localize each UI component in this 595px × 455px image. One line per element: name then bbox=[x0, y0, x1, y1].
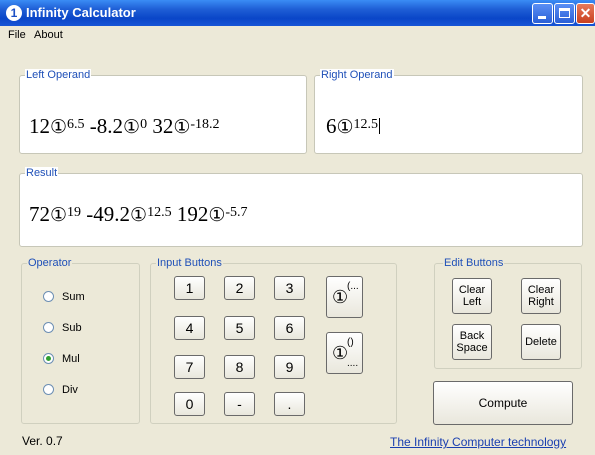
left-operand-expression: 12①6.5 -8.2①0 32①-18.2 bbox=[29, 114, 220, 139]
close-icon: ✕ bbox=[579, 5, 592, 21]
term-exponent: 6.5 bbox=[67, 117, 85, 132]
result-expression: 72①19 -49.2①12.5 192①-5.7 bbox=[29, 202, 248, 227]
clear-right-button[interactable]: Clear Right bbox=[521, 278, 561, 314]
term-exponent: -18.2 bbox=[190, 117, 220, 132]
button-line: Right bbox=[528, 296, 554, 308]
infinity-unit: ① bbox=[123, 117, 141, 138]
result-label: Result bbox=[25, 167, 59, 179]
term-coef: -49.2 bbox=[86, 202, 131, 226]
infinity-unit: ① bbox=[130, 205, 148, 226]
delete-button[interactable]: Delete bbox=[521, 324, 561, 360]
term-coef: 192 bbox=[176, 202, 209, 226]
key-1[interactable]: 1 bbox=[174, 276, 205, 300]
radio-label: Div bbox=[62, 384, 78, 396]
key-minus[interactable]: - bbox=[224, 392, 255, 416]
minimize-icon bbox=[538, 16, 546, 19]
infinity-exponent-button[interactable]: ① (... bbox=[326, 276, 363, 318]
infinity-unit: ① bbox=[50, 117, 68, 138]
term-exponent: 0 bbox=[140, 117, 148, 132]
app-icon: 1 bbox=[6, 5, 22, 21]
result-field: Result 72①19 -49.2①12.5 192①-5.7 bbox=[19, 167, 583, 247]
window-title: Infinity Calculator bbox=[26, 5, 136, 20]
button-line: Clear bbox=[458, 284, 486, 296]
operator-label: Operator bbox=[27, 257, 73, 269]
radio-sub[interactable]: Sub bbox=[43, 322, 82, 334]
infinity-unit: ① bbox=[50, 205, 68, 226]
radio-label: Sub bbox=[62, 322, 82, 334]
menu-file[interactable]: File bbox=[8, 29, 26, 41]
selected-dot bbox=[46, 356, 51, 361]
term-exponent: 19 bbox=[67, 205, 82, 220]
compute-button[interactable]: Compute bbox=[433, 381, 573, 425]
term-exponent: 12.5 bbox=[147, 205, 172, 220]
radio-div[interactable]: Div bbox=[43, 384, 78, 396]
radio-button-selected[interactable] bbox=[43, 353, 54, 364]
edit-buttons-label: Edit Buttons bbox=[443, 257, 505, 269]
infinity-icon: ① bbox=[332, 343, 349, 363]
radio-sum[interactable]: Sum bbox=[43, 291, 85, 303]
maximize-button[interactable] bbox=[554, 3, 575, 24]
title-bar[interactable]: 1 Infinity Calculator ✕ bbox=[0, 0, 595, 26]
close-button[interactable]: ✕ bbox=[576, 3, 595, 24]
infinity-unit: ① bbox=[208, 205, 226, 226]
infinity-parenthesis-button[interactable]: ① () .... bbox=[326, 332, 363, 374]
menu-bar: File About bbox=[0, 26, 595, 44]
term-exponent: -5.7 bbox=[225, 205, 248, 220]
key-5[interactable]: 5 bbox=[224, 316, 255, 340]
term-coef: 6 bbox=[326, 114, 337, 138]
clear-left-button[interactable]: Clear Left bbox=[452, 278, 492, 314]
exponent-placeholder: () bbox=[347, 337, 354, 348]
button-line: Clear bbox=[527, 284, 555, 296]
radio-button[interactable] bbox=[43, 291, 54, 302]
key-4[interactable]: 4 bbox=[174, 316, 205, 340]
input-buttons-group: Input Buttons 1 2 3 4 5 6 7 8 9 0 - . ① … bbox=[150, 257, 397, 424]
infinity-unit: ① bbox=[173, 117, 191, 138]
left-operand-field[interactable]: Left Operand 12①6.5 -8.2①0 32①-18.2 bbox=[19, 69, 307, 154]
version-label: Ver. 0.7 bbox=[22, 434, 63, 448]
maximize-icon bbox=[559, 8, 570, 18]
input-buttons-label: Input Buttons bbox=[156, 257, 223, 269]
term-coef: 32 bbox=[152, 114, 174, 138]
term-coef: 72 bbox=[29, 202, 50, 226]
key-7[interactable]: 7 bbox=[174, 355, 205, 379]
radio-label: Sum bbox=[62, 291, 85, 303]
key-2[interactable]: 2 bbox=[224, 276, 255, 300]
key-0[interactable]: 0 bbox=[174, 392, 205, 416]
edit-buttons-group: Edit Buttons Clear Left Clear Right Back Sp… bbox=[434, 257, 582, 369]
radio-mul[interactable]: Mul bbox=[43, 353, 80, 365]
key-dot[interactable]: . bbox=[274, 392, 305, 416]
key-3[interactable]: 3 bbox=[274, 276, 305, 300]
back-space-button[interactable]: Back Space bbox=[452, 324, 492, 360]
infinity-unit: ① bbox=[336, 117, 354, 138]
radio-label: Mul bbox=[62, 353, 80, 365]
radio-button[interactable] bbox=[43, 384, 54, 395]
button-line: Back bbox=[459, 330, 485, 342]
menu-about[interactable]: About bbox=[34, 29, 63, 41]
key-8[interactable]: 8 bbox=[224, 355, 255, 379]
minimize-button[interactable] bbox=[532, 3, 553, 24]
left-operand-label: Left Operand bbox=[25, 69, 92, 81]
infinity-icon: ① bbox=[332, 287, 349, 307]
right-operand-label: Right Operand bbox=[320, 69, 394, 81]
key-9[interactable]: 9 bbox=[274, 355, 305, 379]
term-exponent: 12.5 bbox=[353, 117, 379, 132]
radio-button[interactable] bbox=[43, 322, 54, 333]
right-operand-expression: 6①12.5 bbox=[326, 114, 381, 139]
button-line: Left bbox=[462, 296, 482, 308]
ellipsis-placeholder: .... bbox=[347, 358, 359, 369]
term-coef: 12 bbox=[29, 114, 50, 138]
term-coef: -8.2 bbox=[89, 114, 124, 138]
exponent-placeholder: (... bbox=[347, 281, 359, 292]
right-operand-field[interactable]: Right Operand 6①12.5 bbox=[314, 69, 583, 154]
key-6[interactable]: 6 bbox=[274, 316, 305, 340]
infinity-computer-link[interactable]: The Infinity Computer technology bbox=[390, 435, 566, 449]
button-line: Space bbox=[456, 342, 488, 354]
operator-group: Operator Sum Sub Mul Div bbox=[21, 257, 140, 424]
text-cursor bbox=[379, 118, 381, 134]
